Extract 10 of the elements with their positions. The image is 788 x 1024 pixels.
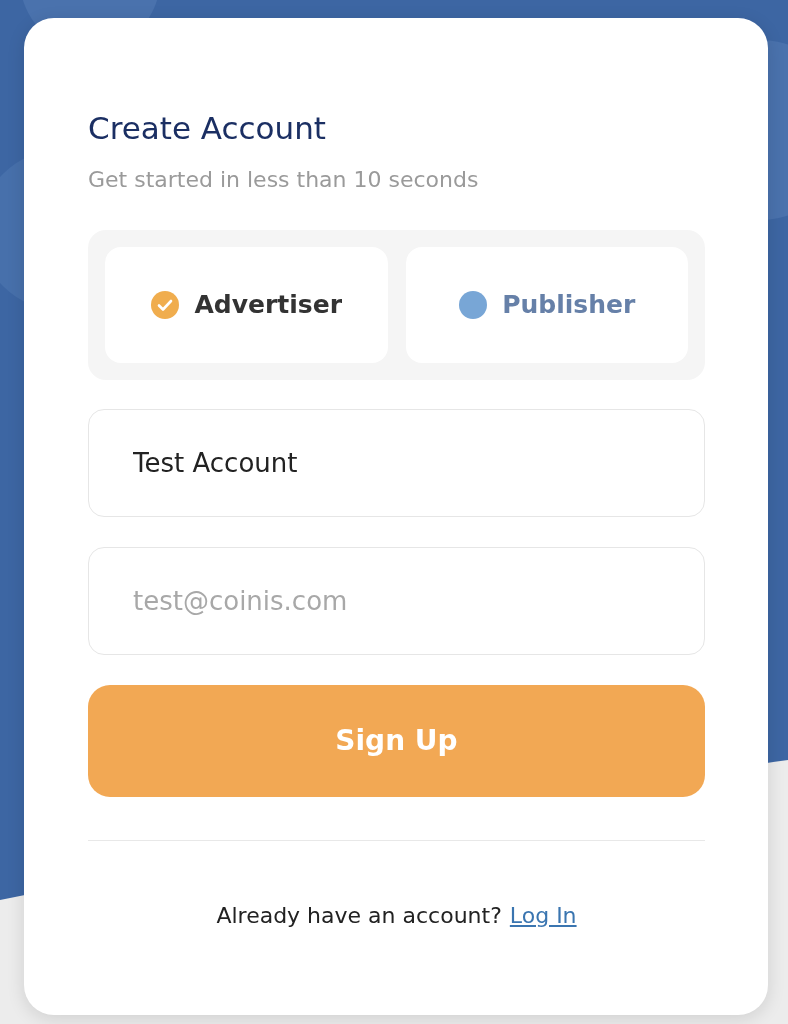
circle-icon xyxy=(458,289,489,320)
check-circle-icon xyxy=(150,289,181,320)
card-title: Create Account xyxy=(88,110,328,148)
role-option[interactable]: Publisher xyxy=(405,246,688,363)
input-field[interactable]: test@coinis.com xyxy=(88,546,705,655)
footer-text: Already have an account? xyxy=(216,902,502,928)
card-subtitle: Get started in less than 10 seconds xyxy=(88,167,480,194)
role-option[interactable]: Advertiser xyxy=(105,246,388,363)
input-field[interactable]: Test Account xyxy=(88,408,705,517)
log-in-link[interactable]: Log In xyxy=(509,902,577,928)
